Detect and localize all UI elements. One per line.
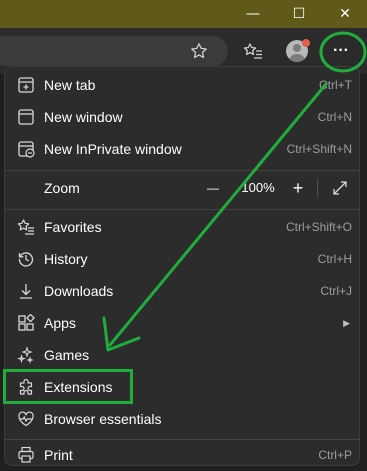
inprivate-icon: [17, 140, 35, 158]
notification-badge: [302, 39, 310, 47]
menu-item-apps[interactable]: Apps ▶: [5, 307, 359, 339]
menu-item-shortcut: Ctrl+H: [317, 252, 352, 266]
menu-item-extensions[interactable]: Extensions: [5, 371, 359, 403]
menu-item-label: New InPrivate window: [44, 141, 182, 157]
zoom-label: Zoom: [44, 180, 80, 196]
new-window-icon: [17, 108, 35, 126]
zoom-level-value: 100%: [241, 180, 275, 195]
menu-item-shortcut: Ctrl+Shift+O: [285, 220, 352, 234]
menu-item-new-inprivate-window[interactable]: New InPrivate window Ctrl+Shift+N: [5, 133, 359, 165]
menu-item-label: Extensions: [44, 379, 113, 395]
menu-item-label: New window: [44, 109, 123, 125]
history-icon: [17, 250, 35, 268]
submenu-arrow-icon: ▶: [343, 318, 350, 328]
menu-item-favorites[interactable]: Favorites Ctrl+Shift+O: [5, 211, 359, 243]
favorites-icon: [17, 218, 35, 236]
menu-item-shortcut: Ctrl+J: [320, 284, 352, 298]
menu-item-browser-essentials[interactable]: Browser essentials: [5, 403, 359, 435]
menu-item-new-window[interactable]: New window Ctrl+N: [5, 101, 359, 133]
menu-item-shortcut: Ctrl+Shift+N: [286, 142, 352, 156]
extensions-icon: [17, 378, 35, 396]
games-icon: [17, 346, 35, 364]
settings-menu: New tab Ctrl+T New window Ctrl+N New InP…: [4, 66, 360, 466]
menu-item-label: Print: [44, 447, 73, 463]
favorites-toolbar-icon[interactable]: [238, 36, 268, 66]
menu-item-shortcut: Ctrl+T: [319, 78, 352, 92]
new-tab-icon: [17, 76, 35, 94]
menu-item-label: Games: [44, 347, 90, 363]
menu-divider: [5, 209, 359, 210]
zoom-separator: [317, 179, 318, 197]
menu-item-new-tab[interactable]: New tab Ctrl+T: [5, 69, 359, 101]
menu-item-label: Favorites: [44, 219, 102, 235]
menu-divider: [5, 170, 359, 171]
menu-item-games[interactable]: Games: [5, 339, 359, 371]
maximize-button[interactable]: ☐: [276, 0, 322, 28]
menu-item-shortcut: Ctrl+N: [317, 110, 352, 124]
fullscreen-icon[interactable]: [331, 179, 349, 197]
menu-item-downloads[interactable]: Downloads Ctrl+J: [5, 275, 359, 307]
apps-icon: [17, 314, 35, 332]
menu-item-label: New tab: [44, 77, 96, 93]
title-bar: — ☐ ✕: [0, 0, 367, 28]
print-icon: [17, 446, 35, 464]
settings-and-more-button[interactable]: ···: [326, 36, 356, 66]
close-window-button[interactable]: ✕: [322, 0, 367, 28]
zoom-out-button[interactable]: —: [203, 172, 223, 204]
add-favorite-star-icon[interactable]: [184, 36, 214, 66]
zoom-in-button[interactable]: +: [287, 172, 309, 204]
menu-item-label: History: [44, 251, 88, 267]
menu-item-print[interactable]: Print Ctrl+P: [5, 439, 359, 471]
browser-essentials-icon: [17, 410, 35, 428]
downloads-icon: [17, 282, 35, 300]
menu-item-label: Downloads: [44, 283, 114, 299]
menu-item-label: Browser essentials: [44, 411, 162, 427]
profile-avatar[interactable]: [282, 36, 312, 66]
menu-item-shortcut: Ctrl+P: [318, 448, 352, 462]
menu-item-label: Apps: [44, 315, 76, 331]
minimize-button[interactable]: —: [230, 0, 276, 28]
menu-item-zoom: Zoom — 100% +: [5, 172, 359, 204]
menu-item-history[interactable]: History Ctrl+H: [5, 243, 359, 275]
